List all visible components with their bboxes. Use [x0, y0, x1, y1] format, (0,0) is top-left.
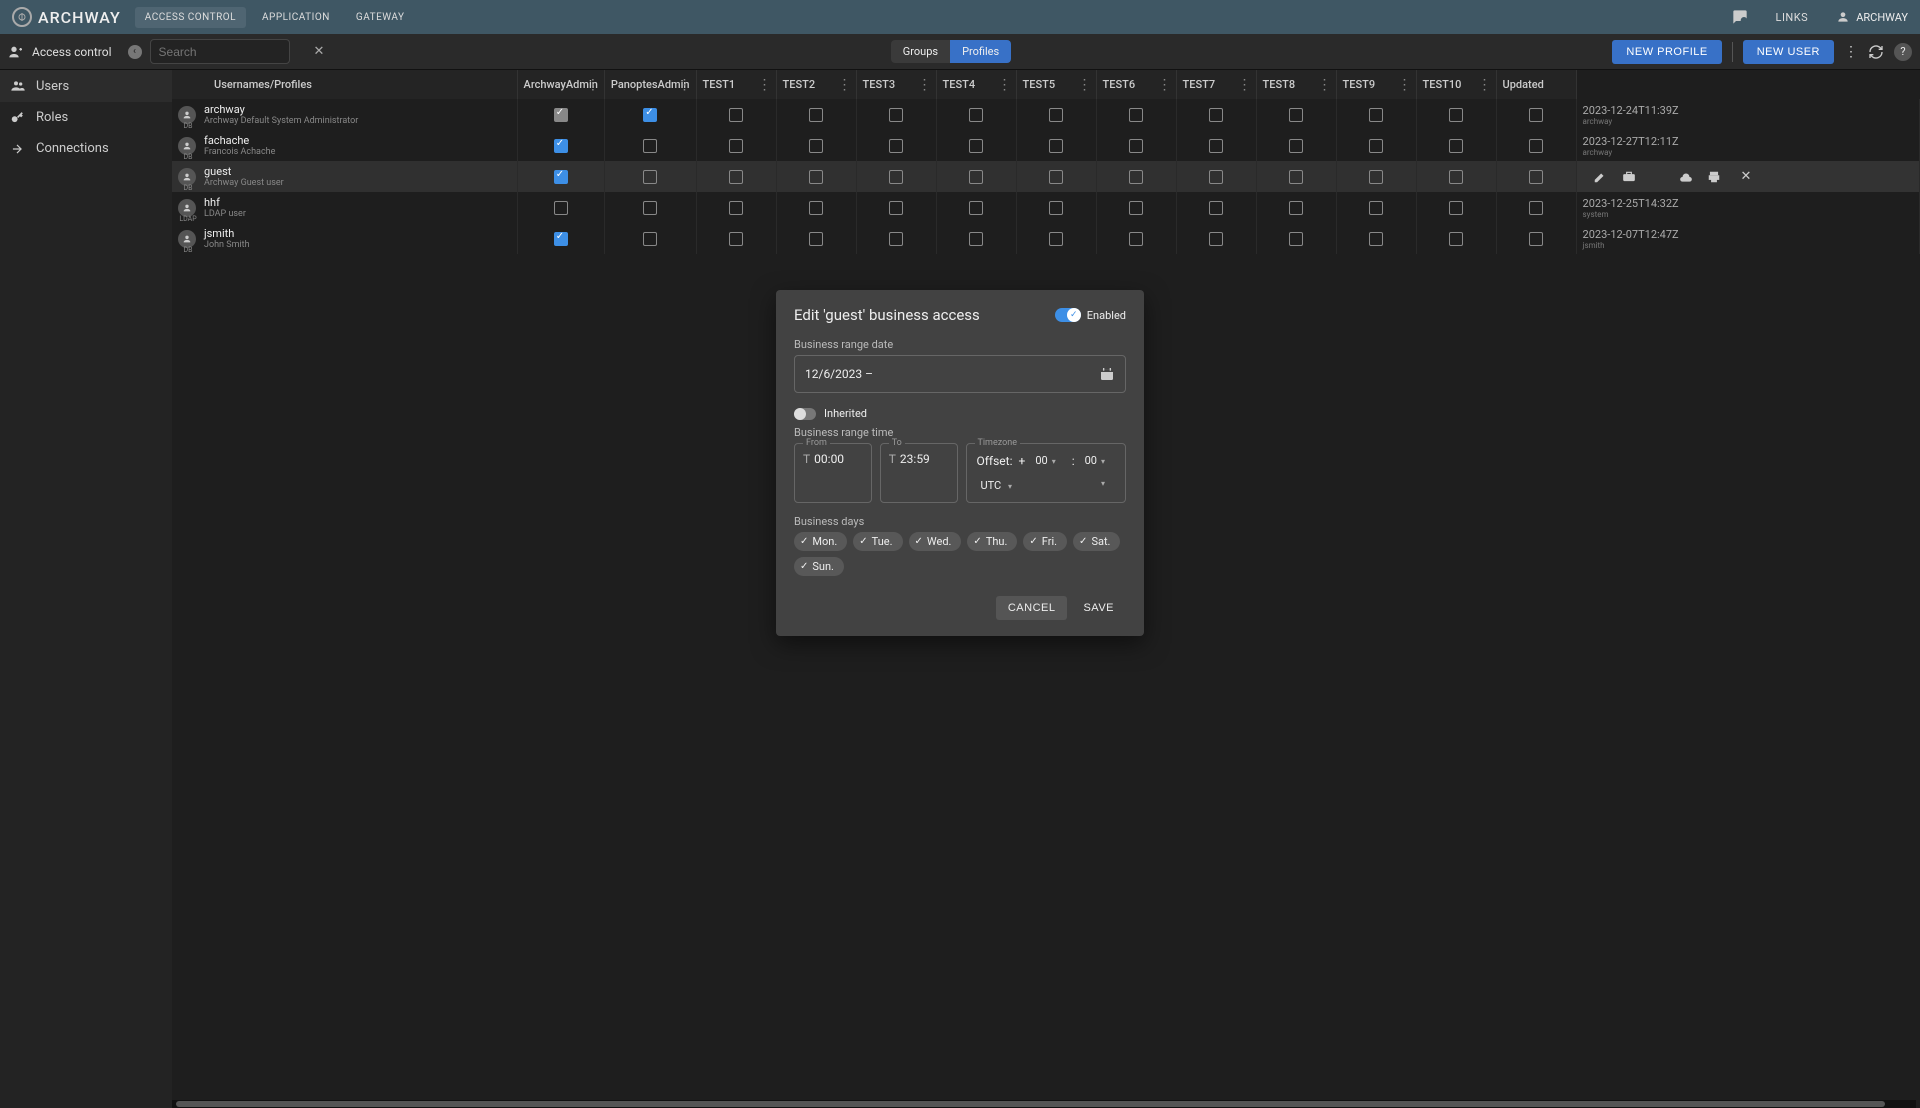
check-icon: ✓ — [859, 536, 867, 547]
offset-hours-select[interactable]: 00 — [1031, 452, 1065, 469]
cancel-button[interactable]: CANCEL — [996, 596, 1068, 620]
check-icon: ✓ — [1079, 536, 1087, 547]
day-chip[interactable]: ✓ Wed. — [909, 532, 962, 551]
offset-sign[interactable]: + — [1019, 454, 1026, 468]
range-time-label: Business range time — [794, 426, 1126, 439]
to-time-input[interactable]: To T23:59 — [880, 443, 958, 503]
day-chip[interactable]: ✓ Tue. — [853, 532, 902, 551]
from-label: From — [803, 438, 830, 448]
calendar-icon[interactable] — [1099, 366, 1115, 382]
range-date-label: Business range date — [794, 338, 1126, 351]
day-label: Sat. — [1091, 535, 1110, 548]
day-chip[interactable]: ✓ Mon. — [794, 532, 847, 551]
day-label: Tue. — [872, 535, 893, 548]
day-label: Fri. — [1042, 535, 1057, 548]
day-label: Wed. — [927, 535, 952, 548]
offset-sep: : — [1072, 454, 1075, 468]
timezone-box: Timezone Offset: + 00 : 00 UTC ▾ — [966, 443, 1127, 503]
day-label: Sun. — [812, 560, 834, 573]
day-chip[interactable]: ✓ Sat. — [1073, 532, 1120, 551]
enabled-label: Enabled — [1087, 309, 1126, 322]
to-label: To — [889, 438, 905, 448]
save-button[interactable]: SAVE — [1071, 596, 1126, 620]
dialog-overlay: Edit 'guest' business access Enabled Bus… — [0, 0, 1920, 1108]
from-time-input[interactable]: From T00:00 — [794, 443, 872, 503]
enabled-switch[interactable] — [1055, 308, 1081, 322]
inherited-label: Inherited — [824, 407, 867, 420]
offset-label: Offset: — [977, 454, 1013, 468]
date-range-input[interactable]: 12/6/2023 – — [794, 355, 1126, 393]
day-chip[interactable]: ✓ Sun. — [794, 557, 844, 576]
to-value: 23:59 — [900, 452, 930, 466]
day-label: Thu. — [986, 535, 1008, 548]
day-chip[interactable]: ✓ Fri. — [1023, 532, 1067, 551]
days-label: Business days — [794, 515, 1126, 528]
offset-minutes-select[interactable]: 00 — [1081, 452, 1115, 469]
check-icon: ✓ — [1029, 536, 1037, 547]
timezone-label: Timezone — [975, 438, 1021, 448]
inherited-switch[interactable] — [794, 408, 816, 420]
check-icon: ✓ — [973, 536, 981, 547]
from-value: 00:00 — [814, 452, 844, 466]
check-icon: ✓ — [800, 561, 808, 572]
lock-icon: T — [803, 452, 810, 466]
check-icon: ✓ — [800, 536, 808, 547]
timezone-select[interactable]: UTC ▾ — [977, 477, 1116, 494]
lock-icon: T — [889, 452, 896, 466]
date-value: 12/6/2023 – — [805, 367, 873, 381]
day-label: Mon. — [812, 535, 837, 548]
day-chip[interactable]: ✓ Thu. — [967, 532, 1017, 551]
dialog-title: Edit 'guest' business access — [794, 306, 980, 324]
edit-business-access-dialog: Edit 'guest' business access Enabled Bus… — [776, 290, 1144, 636]
check-icon: ✓ — [915, 536, 923, 547]
